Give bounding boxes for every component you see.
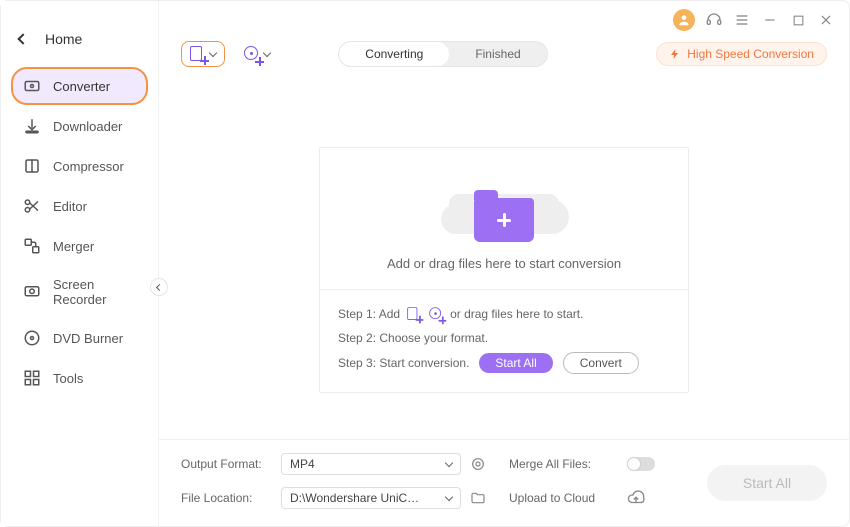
add-disc-icon [429,307,443,321]
dropzone-hint: Add or drag files here to start conversi… [387,256,621,271]
convert-chip[interactable]: Convert [563,352,639,374]
bolt-icon [669,47,681,61]
download-icon [23,117,41,135]
back-icon [17,33,28,44]
sidebar-item-tools[interactable]: Tools [11,359,148,397]
workspace: Add or drag files here to start conversi… [159,75,849,439]
sidebar-item-label: Editor [53,199,87,214]
close-button[interactable] [817,11,835,29]
sidebar-item-screen-recorder[interactable]: Screen Recorder [11,267,148,317]
sidebar-item-merger[interactable]: Merger [11,227,148,265]
tab-finished[interactable]: Finished [449,42,546,66]
step-2-text: Step 2: Choose your format. [338,331,488,345]
titlebar [159,1,849,31]
plus-icon [495,211,513,229]
converter-icon [23,77,41,95]
sidebar-item-converter[interactable]: Converter [11,67,148,105]
footer: Output Format: MP4 Merge All Files: File… [159,439,849,526]
tab-converting[interactable]: Converting [339,42,449,66]
sidebar-item-downloader[interactable]: Downloader [11,107,148,145]
sidebar-item-label: DVD Burner [53,331,123,346]
chevron-down-icon [209,48,217,56]
merge-label: Merge All Files: [509,457,619,471]
output-format-select[interactable]: MP4 [281,453,461,475]
sidebar-item-label: Screen Recorder [53,277,136,307]
sidebar-item-label: Converter [53,79,110,94]
minimize-button[interactable] [761,11,779,29]
step-3-text: Step 3: Start conversion. [338,356,469,370]
dropzone[interactable]: Add or drag files here to start conversi… [319,147,689,393]
chevron-down-icon [445,458,453,466]
support-icon[interactable] [705,11,723,29]
disc-icon [23,329,41,347]
chevron-down-icon [263,48,271,56]
dropzone-illustration [444,172,564,242]
sidebar-item-label: Compressor [53,159,124,174]
sidebar-nav: Converter Downloader Compressor Editor [1,67,158,397]
step-2: Step 2: Choose your format. [338,326,670,350]
home-header[interactable]: Home [1,31,158,65]
sidebar-item-dvd-burner[interactable]: DVD Burner [11,319,148,357]
chevron-down-icon [445,492,453,500]
sidebar-item-editor[interactable]: Editor [11,187,148,225]
merge-icon [23,237,41,255]
sidebar-item-label: Merger [53,239,94,254]
output-settings-button[interactable] [469,455,487,473]
file-location-label: File Location: [181,491,273,505]
add-file-icon [190,46,206,62]
grid-icon [23,369,41,387]
sidebar: Home Converter Downloader Compressor [1,1,159,526]
add-file-button[interactable] [181,41,225,67]
step-3: Step 3: Start conversion. Start All Conv… [338,350,670,376]
folder-icon [474,198,534,242]
high-speed-label: High Speed Conversion [687,47,814,61]
dropzone-upper[interactable]: Add or drag files here to start conversi… [320,148,688,290]
upload-cloud-button[interactable] [627,489,645,507]
toolbar: Converting Finished High Speed Conversio… [159,31,849,75]
main-area: Converting Finished High Speed Conversio… [159,1,849,526]
upload-cloud-label: Upload to Cloud [509,491,619,505]
sidebar-item-label: Tools [53,371,83,386]
brand-label: Home [45,31,82,47]
start-all-label: Start All [743,475,791,491]
output-format-label: Output Format: [181,457,273,471]
start-all-button[interactable]: Start All [707,465,827,501]
step-1-text-b: or drag files here to start. [450,307,583,321]
status-tabs: Converting Finished [338,41,547,67]
file-location-value: D:\Wondershare UniConverter 1 [290,491,420,505]
step-1: Step 1: Add or drag files here to start. [338,302,670,326]
scissors-icon [23,197,41,215]
step-1-text-a: Step 1: Add [338,307,400,321]
output-format-value: MP4 [290,457,315,471]
high-speed-toggle[interactable]: High Speed Conversion [656,42,827,66]
open-folder-button[interactable] [469,489,487,507]
user-avatar[interactable] [673,9,695,31]
maximize-button[interactable] [789,11,807,29]
compressor-icon [23,157,41,175]
sidebar-item-label: Downloader [53,119,122,134]
add-disc-button[interactable] [235,41,279,67]
merge-toggle[interactable] [627,457,655,471]
sidebar-item-compressor[interactable]: Compressor [11,147,148,185]
start-all-chip[interactable]: Start All [479,353,552,373]
record-icon [23,283,41,301]
file-location-select[interactable]: D:\Wondershare UniConverter 1 [281,487,461,509]
add-file-icon [407,307,421,321]
dropzone-steps: Step 1: Add or drag files here to start.… [320,290,688,392]
add-disc-icon [244,46,260,62]
menu-icon[interactable] [733,11,751,29]
